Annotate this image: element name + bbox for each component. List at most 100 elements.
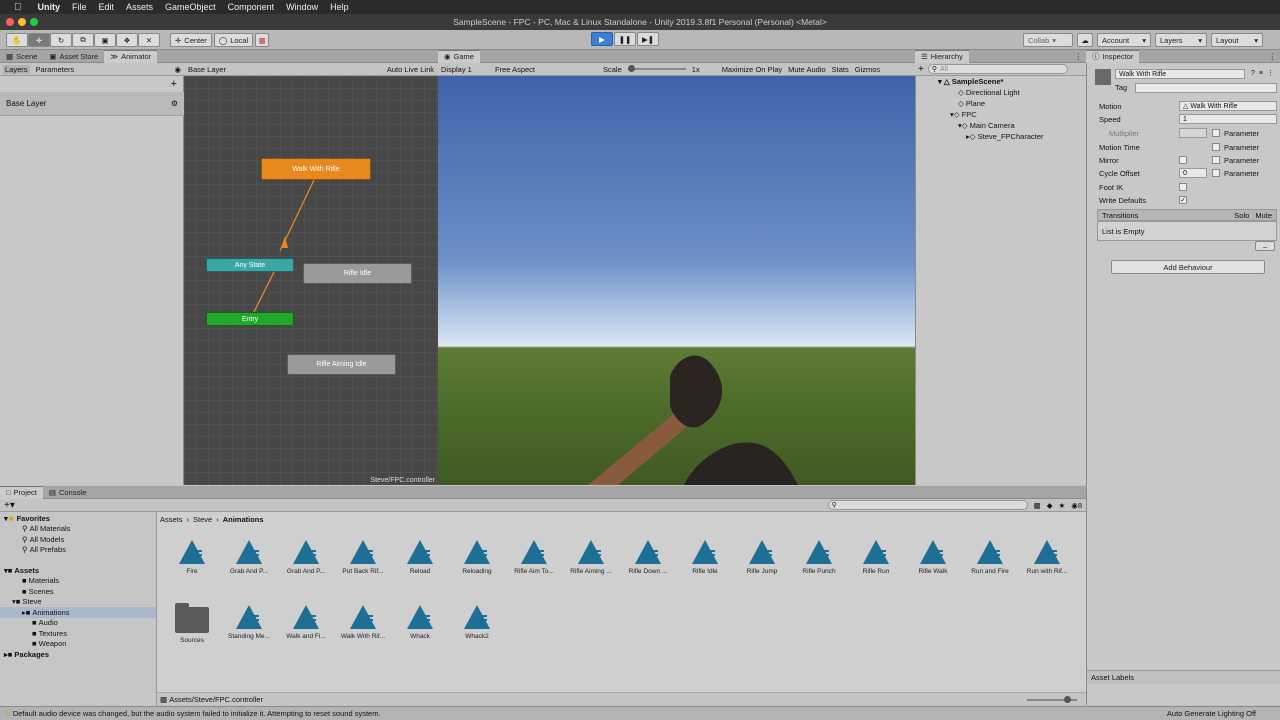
display-dropdown[interactable]: Display 1	[441, 65, 489, 74]
state-walk-with-rifle[interactable]: Walk With Rifle	[261, 158, 371, 180]
state-any-state[interactable]: Any State	[206, 258, 294, 272]
asset-animation-clip[interactable]: Walk and Fi...	[278, 605, 334, 665]
tree-all-models[interactable]: ⚲ All Models	[0, 534, 156, 545]
pause-button[interactable]: ❚❚	[614, 32, 636, 46]
asset-folder[interactable]: Sources	[164, 603, 220, 665]
hierarchy-item-steve-fpcharacter[interactable]: ▸ ◇ Steve_FPCharacter	[916, 131, 1086, 142]
preset-icon[interactable]: ≡	[1259, 70, 1263, 77]
custom-tool-icon[interactable]: ✕	[138, 33, 160, 47]
help-icon[interactable]: ?	[1251, 70, 1255, 77]
foot-ik-checkbox[interactable]	[1179, 183, 1187, 191]
breadcrumb-assets[interactable]: Assets	[160, 515, 183, 524]
menu-help[interactable]: Help	[330, 2, 349, 12]
account-dropdown[interactable]: Account ▾	[1097, 33, 1151, 47]
hierarchy-scene[interactable]: ▾ △ SampleScene*	[916, 76, 1086, 87]
tab-asset-store[interactable]: ▣ Asset Store	[43, 50, 104, 63]
transform-tool-icon[interactable]: ❖	[116, 33, 138, 47]
hierarchy-item-fpc[interactable]: ▾ ◇ FPC	[916, 109, 1086, 120]
step-button[interactable]: ▶❚	[637, 32, 659, 46]
hierarchy-item-plane[interactable]: ◇ Plane	[916, 98, 1086, 109]
more-options-icon[interactable]: ⋮	[1269, 52, 1277, 61]
asset-animation-clip[interactable]: Rifle Jump	[734, 540, 790, 600]
play-button[interactable]: ▶	[591, 32, 613, 46]
cloud-icon[interactable]: ☁	[1077, 33, 1093, 47]
filter-label-icon[interactable]: ◆	[1047, 501, 1053, 510]
collab-dropdown[interactable]: Collab ▾	[1023, 33, 1073, 47]
asset-animation-clip[interactable]: Rifle Punch	[791, 540, 847, 600]
slider-thumb[interactable]	[1064, 695, 1071, 703]
hierarchy-search[interactable]: ⚲ All	[927, 64, 1068, 74]
breadcrumb-animations[interactable]: Animations	[223, 515, 264, 524]
tab-game[interactable]: ◉ Game	[438, 49, 480, 63]
tree-weapon[interactable]: ■ Weapon	[0, 639, 156, 650]
cycle-offset-field[interactable]: 0	[1179, 168, 1207, 178]
gizmos-dropdown[interactable]: Gizmos	[855, 65, 880, 74]
asset-animation-clip[interactable]: Put Back Rif...	[335, 540, 391, 600]
more-options-icon[interactable]: ⋮	[1267, 69, 1274, 77]
tree-audio[interactable]: ■ Audio	[0, 618, 156, 629]
tree-all-prefabs[interactable]: ⚲ All Prefabs	[0, 545, 156, 556]
snap-icon[interactable]: ▦	[255, 33, 270, 47]
tab-scene[interactable]: ▦ Scene	[0, 50, 43, 63]
zoom-window-button[interactable]	[30, 18, 38, 26]
scale-tool-icon[interactable]: ⧉	[72, 33, 94, 47]
tree-assets[interactable]: ▾ ■ Assets	[0, 565, 156, 576]
speed-field[interactable]: 1	[1179, 114, 1277, 124]
asset-animation-clip[interactable]: Whack	[392, 605, 448, 665]
scale-slider[interactable]	[627, 65, 686, 72]
menu-assets[interactable]: Assets	[126, 2, 153, 12]
state-rifle-idle[interactable]: Rifle Idle	[303, 263, 412, 284]
asset-animation-clip[interactable]: Rifle Run	[848, 540, 904, 600]
tab-inspector[interactable]: ⓘ Inspector	[1086, 49, 1140, 63]
motion-time-parameter-checkbox[interactable]	[1212, 143, 1220, 151]
tree-packages[interactable]: ▸ ■ Packages	[0, 649, 156, 660]
asset-animation-clip[interactable]: Walk With Rif...	[335, 605, 391, 665]
asset-animation-clip[interactable]: Run with Rif...	[1019, 540, 1075, 600]
eye-icon[interactable]: ◉	[174, 65, 181, 74]
rotate-tool-icon[interactable]: ↻	[50, 33, 72, 47]
layers-dropdown[interactable]: Layers ▾	[1155, 33, 1207, 47]
aspect-dropdown[interactable]: Free Aspect	[495, 65, 597, 74]
asset-animation-clip[interactable]: Run and Fire	[962, 540, 1018, 600]
tree-all-materials[interactable]: ⚲ All Materials	[0, 524, 156, 535]
hierarchy-item-directional-light[interactable]: ◇ Directional Light	[916, 87, 1086, 98]
menu-app[interactable]: Unity	[38, 2, 61, 12]
move-tool-icon[interactable]: ✛	[28, 33, 50, 47]
asset-animation-clip[interactable]: Rifle Idle	[677, 540, 733, 600]
menu-file[interactable]: File	[72, 2, 87, 12]
asset-animation-clip[interactable]: Grab And P...	[221, 540, 277, 600]
motion-field[interactable]: △ Walk With Rifle	[1179, 101, 1277, 111]
asset-animation-clip[interactable]: Rifle Aiming ...	[563, 540, 619, 600]
tab-parameters[interactable]: Parameters	[36, 65, 75, 74]
add-layer-icon[interactable]: +	[171, 78, 177, 90]
asset-animation-clip[interactable]: Standing Me...	[221, 605, 277, 665]
close-window-button[interactable]	[6, 18, 14, 26]
add-behaviour-button[interactable]: Add Behaviour	[1111, 260, 1265, 274]
state-rifle-aiming-idle[interactable]: Rifle Aiming Idle	[287, 354, 396, 375]
asset-animation-clip[interactable]: Fire	[164, 540, 220, 600]
state-name-field[interactable]: Walk With Rifle	[1115, 69, 1245, 79]
icon-size-slider[interactable]	[1027, 695, 1077, 703]
create-asset-icon[interactable]: +▾	[4, 500, 15, 511]
apple-icon[interactable]: 	[14, 2, 22, 13]
menu-window[interactable]: Window	[286, 2, 318, 12]
asset-animation-clip[interactable]: Whack2	[449, 605, 505, 665]
tag-field[interactable]	[1135, 83, 1277, 93]
more-options-icon[interactable]: ⋮	[1075, 52, 1083, 61]
menu-gameobject[interactable]: GameObject	[165, 2, 216, 12]
pivot-local-button[interactable]: ◯ Local	[213, 33, 254, 47]
game-viewport[interactable]	[438, 76, 915, 485]
menu-edit[interactable]: Edit	[99, 2, 115, 12]
auto-live-link-button[interactable]: Auto Live Link	[387, 65, 434, 74]
asset-animation-clip[interactable]: Reloading	[449, 540, 505, 600]
mirror-parameter-checkbox[interactable]	[1212, 156, 1220, 164]
minimize-window-button[interactable]	[18, 18, 26, 26]
tab-layers[interactable]: Layers	[3, 64, 30, 74]
hierarchy-item-main-camera[interactable]: ▾ ◇ Main Camera	[916, 120, 1086, 131]
write-defaults-checkbox[interactable]: ✓	[1179, 196, 1187, 204]
asset-animation-clip[interactable]: Grab And P...	[278, 540, 334, 600]
tree-materials[interactable]: ■ Materials	[0, 576, 156, 587]
breadcrumb-steve[interactable]: Steve	[193, 515, 212, 524]
filter-type-icon[interactable]: ▦	[1034, 501, 1041, 510]
status-message[interactable]: ⚠ Default audio device was changed, but …	[4, 709, 381, 718]
